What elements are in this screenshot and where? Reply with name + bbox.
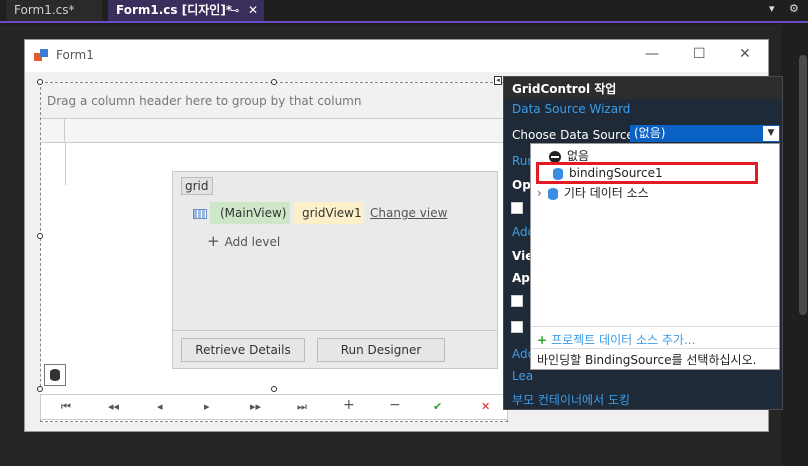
vertical-scrollbar[interactable] [781,25,808,466]
data-navigator: ⏮ ◂◂ ◂ ▸ ▸▸ ⏭ + − ✔ ✕ [40,394,508,420]
dropdown-item-label: 없음 [567,149,590,163]
level-designer: grid (MainView) gridView1 Change view + A… [172,171,498,369]
tab-form1-designer[interactable]: Form1.cs [디자인]* ⊸ ✕ [108,0,264,21]
settings-icon[interactable]: ⚙ [789,2,799,15]
panel-link-learn[interactable]: Lea [512,369,533,383]
change-view-link[interactable]: Change view [370,206,447,220]
add-icon: + [537,333,548,347]
choose-data-source-label: Choose Data Source [512,128,634,142]
pin-icon[interactable]: ⊸ [230,0,239,21]
column-header-row[interactable] [41,119,507,143]
main-view-label[interactable]: (MainView) [210,202,290,224]
table-icon [193,209,207,219]
grid-view-label[interactable]: gridView1 [294,202,364,224]
resize-handle[interactable] [37,386,43,392]
nav-remove-icon[interactable]: − [389,397,401,413]
dock-in-parent-link[interactable]: 부모 컨테이너에서 도킹 [512,391,630,408]
grid-tag[interactable]: grid [181,177,213,195]
nav-last-icon[interactable]: ⏭ [297,400,307,414]
form-title: Form1 [56,48,94,62]
grid-control[interactable]: Drag a column header here to group by th… [40,82,508,422]
dropdown-item-other-sources[interactable]: › 기타 데이터 소스 [537,184,649,201]
add-link-label: 프로젝트 데이터 소스 추가... [551,333,696,347]
nav-next-page-icon[interactable]: ▸▸ [250,400,261,413]
database-icon[interactable] [44,364,66,386]
maximize-icon[interactable]: ☐ [693,46,706,62]
database-icon [547,187,558,200]
chevron-down-icon[interactable]: ▼ [763,126,779,141]
appearance-checkbox-1[interactable] [511,295,523,307]
nav-first-icon[interactable]: ⏮ [61,400,71,414]
panel-section-appearance: Ap [512,271,530,285]
plus-icon: + [207,232,220,250]
scrollbar-thumb[interactable] [799,55,807,315]
form-app-icon [34,49,50,63]
appearance-checkbox-2[interactable] [511,321,523,333]
divider [173,330,497,331]
tab-dropdown-icon[interactable]: ▾ [769,2,775,15]
nav-cancel-edit-icon[interactable]: ✕ [481,400,490,413]
binding-source-icon [553,167,563,180]
add-project-data-source-link[interactable]: + 프로젝트 데이터 소스 추가... [537,331,695,348]
resize-handle[interactable] [271,79,277,85]
indicator-header [41,119,65,143]
minimize-icon[interactable]: — [645,46,659,62]
divider [531,326,779,327]
tab-form1-code[interactable]: Form1.cs* [6,0,102,21]
group-panel[interactable]: Drag a column header here to group by th… [41,83,507,119]
chevron-right-icon[interactable]: › [537,186,542,200]
divider [531,348,779,349]
data-source-combobox[interactable]: (없음) ▼ [630,125,780,142]
data-source-wizard-link[interactable]: Data Source Wizard [512,102,630,116]
dropdown-item-bindingsource1[interactable]: bindingSource1 [553,166,663,180]
nav-append-icon[interactable]: + [343,397,355,413]
combo-value: (없음) [634,126,666,140]
none-icon [549,150,561,163]
resize-handle[interactable] [37,233,43,239]
panel-section-options: Op [512,178,531,192]
close-tab-icon[interactable]: ✕ [248,0,258,21]
add-level-button[interactable]: + Add level [207,232,280,250]
data-source-dropdown: 없음 bindingSource1 › 기타 데이터 소스 + 프로젝트 데이터 소… [530,143,780,370]
tab-label: Form1.cs* [14,3,75,17]
document-tab-bar: Form1.cs* Form1.cs [디자인]* ⊸ ✕ ▾ ⚙ [0,0,808,23]
dropdown-item-label: 기타 데이터 소스 [563,186,649,200]
form-title-bar: Form1 — ☐ ✕ [25,40,768,72]
resize-handle[interactable] [271,386,277,392]
option-checkbox[interactable] [511,202,523,214]
close-icon[interactable]: ✕ [739,46,751,62]
retrieve-details-button[interactable]: Retrieve Details [181,338,305,362]
run-designer-button[interactable]: Run Designer [317,338,445,362]
smart-tag-glyph-icon[interactable]: ◂ [494,76,502,85]
nav-end-edit-icon[interactable]: ✔ [433,400,442,413]
resize-handle[interactable] [37,79,43,85]
panel-title: GridControl 작업 [504,77,782,99]
row-indicator-line [65,143,66,185]
nav-prev-icon[interactable]: ◂ [157,400,163,413]
dropdown-item-label: bindingSource1 [569,166,663,180]
tab-label: Form1.cs [디자인]* [116,3,233,17]
nav-next-icon[interactable]: ▸ [204,400,210,413]
dropdown-description: 바인딩할 BindingSource를 선택하십시오. [537,353,757,367]
nav-prev-page-icon[interactable]: ◂◂ [108,400,119,413]
add-level-label: Add level [224,235,281,249]
